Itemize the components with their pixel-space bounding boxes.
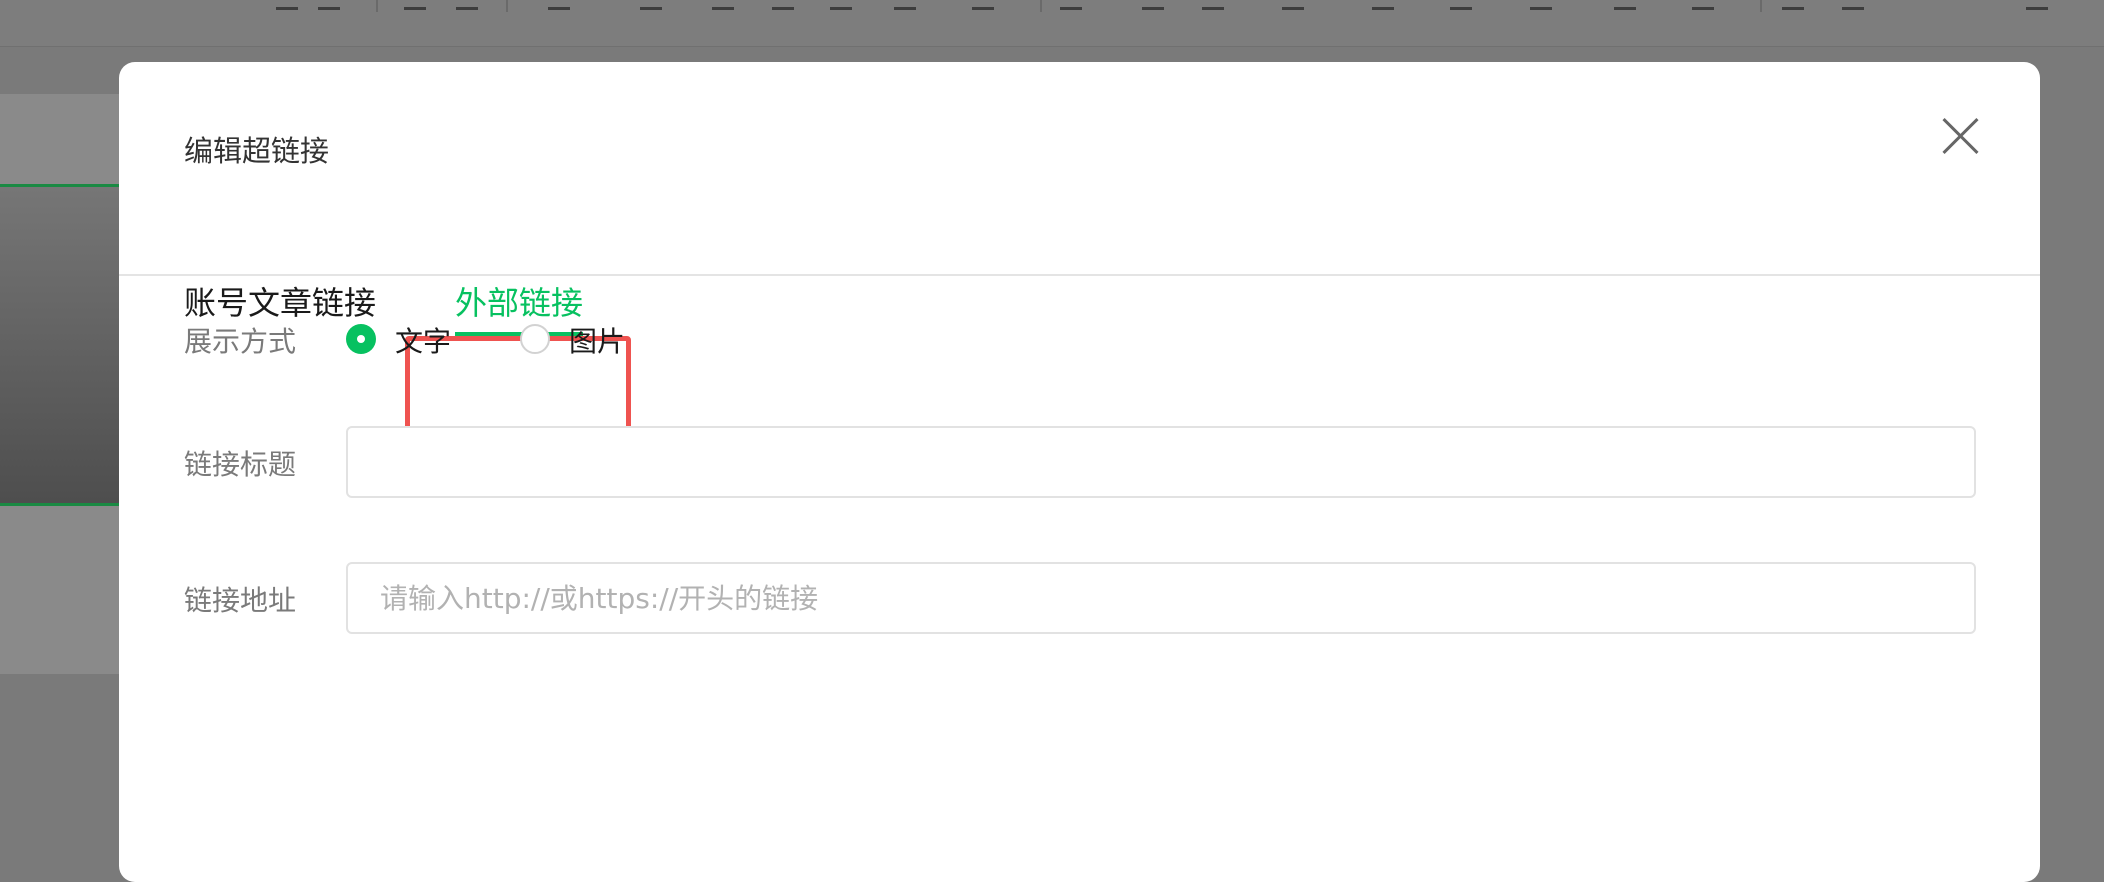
more-icon bbox=[1842, 0, 1864, 10]
font-color-icon bbox=[894, 0, 916, 10]
help-icon bbox=[2026, 0, 2048, 10]
dialog-title: 编辑超链接 bbox=[184, 134, 330, 168]
radio-text-option[interactable] bbox=[346, 324, 376, 354]
strikethrough-icon bbox=[830, 0, 852, 10]
insert-icon bbox=[1782, 0, 1804, 10]
editor-toolbar bbox=[0, 0, 2104, 47]
toolbar-divider bbox=[376, 0, 378, 12]
radio-image-option[interactable] bbox=[520, 324, 550, 354]
link-title-input[interactable] bbox=[346, 426, 1976, 498]
table-icon bbox=[1614, 0, 1636, 10]
toolbar-divider bbox=[506, 0, 508, 12]
edit-hyperlink-dialog: 编辑超链接 账号文章链接 外部链接 展示方式 文字 图片 链接标题 链接地址 bbox=[119, 62, 2040, 882]
tab-external-link[interactable]: 外部链接 bbox=[455, 278, 583, 324]
highlight-color-icon bbox=[972, 0, 994, 10]
bold-icon bbox=[640, 0, 662, 10]
align-left-icon bbox=[1060, 0, 1082, 10]
letter-spacing-icon bbox=[1530, 0, 1552, 10]
display-mode-label: 展示方式 bbox=[184, 325, 297, 358]
divider-icon bbox=[1692, 0, 1714, 10]
line-spacing-icon bbox=[1372, 0, 1394, 10]
tabs-divider bbox=[119, 274, 2040, 276]
radio-image-label[interactable]: 图片 bbox=[569, 320, 625, 360]
underline-icon bbox=[772, 0, 794, 10]
link-url-label: 链接地址 bbox=[184, 584, 297, 617]
undo-icon bbox=[276, 0, 298, 10]
toolbar-divider bbox=[1760, 0, 1762, 12]
redo-icon bbox=[318, 0, 340, 10]
close-icon[interactable] bbox=[1939, 114, 1983, 158]
align-right-icon bbox=[1202, 0, 1224, 10]
indent-icon bbox=[1282, 0, 1304, 10]
clear-format-icon bbox=[456, 0, 478, 10]
link-title-label: 链接标题 bbox=[184, 448, 297, 481]
font-size-icon bbox=[548, 0, 570, 10]
toolbar-divider bbox=[1040, 0, 1042, 12]
link-url-input[interactable] bbox=[346, 562, 1976, 634]
italic-icon bbox=[712, 0, 734, 10]
align-center-icon bbox=[1142, 0, 1164, 10]
format-painter-icon bbox=[404, 0, 426, 10]
editor-selected-card bbox=[0, 184, 130, 506]
tab-account-article-link[interactable]: 账号文章链接 bbox=[184, 278, 376, 324]
radio-text-label[interactable]: 文字 bbox=[395, 320, 451, 360]
list-icon bbox=[1450, 0, 1472, 10]
